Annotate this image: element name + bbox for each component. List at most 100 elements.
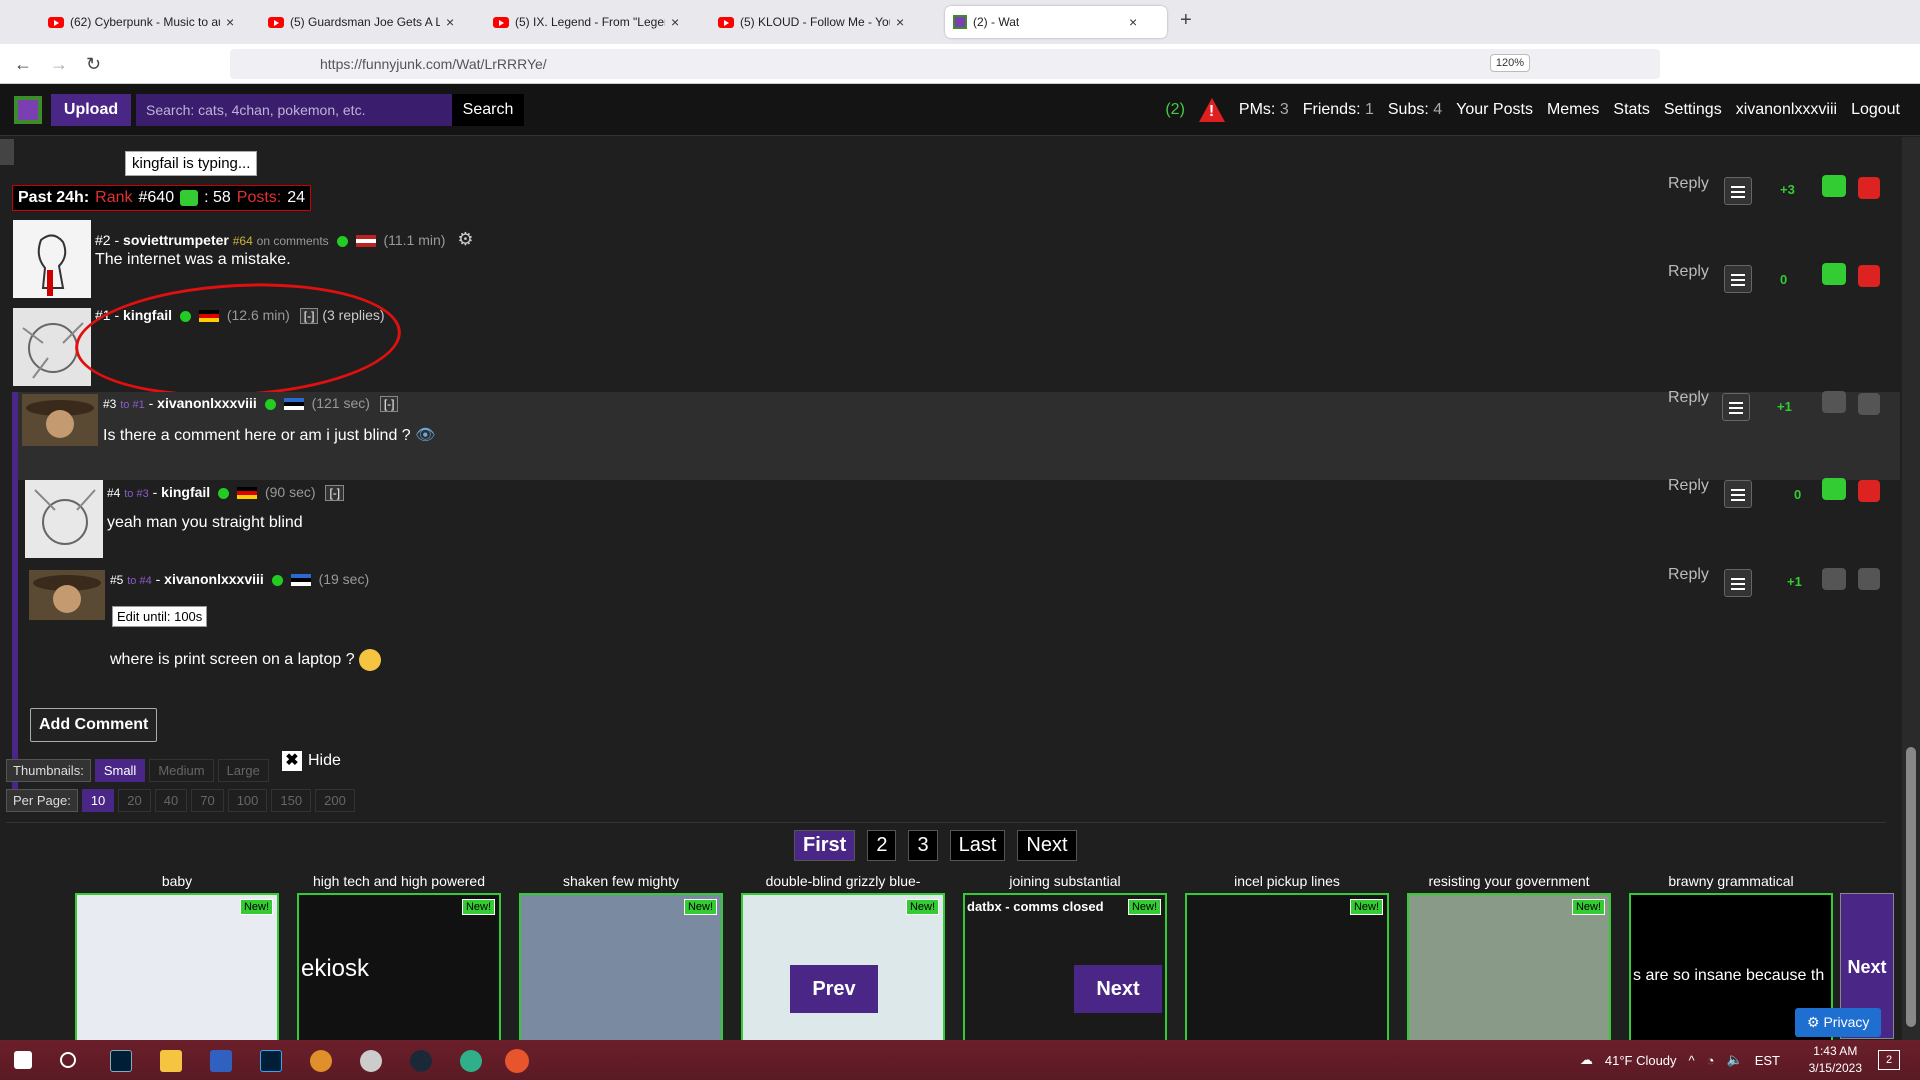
- settings-link[interactable]: Settings: [1664, 101, 1722, 119]
- post-card[interactable]: shaken few mighty New!: [519, 873, 723, 1063]
- menu-button[interactable]: [1724, 480, 1752, 508]
- wifi-icon[interactable]: ◔: [1707, 1053, 1715, 1068]
- avatar[interactable]: [13, 220, 91, 298]
- close-tab-icon[interactable]: ×: [226, 14, 234, 30]
- forward-icon[interactable]: →: [50, 52, 68, 76]
- search-button[interactable]: Search: [452, 94, 524, 126]
- post-card[interactable]: baby New!: [75, 873, 279, 1063]
- close-tab-icon[interactable]: ×: [446, 14, 454, 30]
- lightroom-icon[interactable]: [110, 1050, 132, 1072]
- avatar[interactable]: [25, 480, 103, 558]
- thumbs-up-icon[interactable]: [1822, 478, 1846, 500]
- weather[interactable]: 41°F Cloudy: [1605, 1053, 1677, 1068]
- post-card[interactable]: high tech and high powered New! ekiosk: [297, 873, 501, 1063]
- steam-icon[interactable]: [410, 1050, 432, 1072]
- pms-link[interactable]: PMs: 3: [1239, 101, 1289, 119]
- post-thumbnail[interactable]: New!: [1407, 893, 1611, 1063]
- per-page-200[interactable]: 200: [315, 789, 355, 812]
- per-page-70[interactable]: 70: [191, 789, 224, 812]
- search-input[interactable]: [136, 94, 452, 126]
- scrollbar[interactable]: [1902, 137, 1920, 1040]
- chevron-up-icon[interactable]: ^: [1689, 1053, 1695, 1068]
- page-first[interactable]: First: [794, 830, 856, 861]
- per-page-100[interactable]: 100: [227, 789, 268, 812]
- scrollbar-thumb[interactable]: [1906, 747, 1916, 1027]
- thumb-small[interactable]: Small: [94, 759, 146, 782]
- avatar[interactable]: [22, 394, 98, 446]
- memes-link[interactable]: Memes: [1547, 101, 1599, 119]
- clock[interactable]: 1:43 AM 3/15/2023: [1809, 1043, 1862, 1077]
- logout-link[interactable]: Logout: [1851, 101, 1900, 119]
- file-explorer-icon[interactable]: [160, 1050, 182, 1072]
- thumbs-up-icon[interactable]: [1822, 391, 1846, 413]
- add-comment-button[interactable]: Add Comment: [30, 708, 158, 742]
- reply-button[interactable]: Reply: [1668, 477, 1709, 495]
- thumbs-down-icon[interactable]: [1858, 568, 1880, 590]
- side-toggle[interactable]: [0, 139, 14, 165]
- back-icon[interactable]: ←: [14, 52, 32, 76]
- menu-button[interactable]: [1724, 177, 1752, 205]
- menu-button[interactable]: [1724, 569, 1752, 597]
- post-card[interactable]: resisting your government New!: [1407, 873, 1611, 1063]
- close-icon[interactable]: ✖: [282, 751, 302, 771]
- close-tab-icon[interactable]: ×: [671, 14, 679, 30]
- per-page-20[interactable]: 20: [118, 789, 151, 812]
- stats-link[interactable]: Stats: [1613, 101, 1649, 119]
- comment-username[interactable]: soviettrumpeter: [123, 232, 229, 248]
- post-thumbnail[interactable]: New!: [519, 893, 723, 1063]
- post-card[interactable]: double-blind grizzly blue- New!: [741, 873, 945, 1063]
- collapse-button[interactable]: [-]: [379, 396, 399, 412]
- close-tab-icon[interactable]: ×: [1129, 14, 1137, 30]
- collapse-button[interactable]: [-]: [325, 485, 345, 501]
- page-3[interactable]: 3: [908, 830, 938, 861]
- friends-link[interactable]: Friends: 1: [1303, 101, 1374, 119]
- comment-username[interactable]: xivanonlxxxviii: [164, 571, 264, 587]
- reload-icon[interactable]: ↻: [86, 52, 101, 76]
- tab-kloud[interactable]: (5) KLOUD - Follow Me - YouTu×: [710, 6, 930, 38]
- thumbs-up-icon[interactable]: [1822, 263, 1846, 285]
- post-thumbnail[interactable]: New!: [1185, 893, 1389, 1063]
- tab-cyberpunk[interactable]: (62) Cyberpunk - Music to augr ×: [40, 6, 255, 38]
- page-last[interactable]: Last: [949, 830, 1006, 861]
- windows-start-icon[interactable]: [14, 1051, 32, 1069]
- tab-wat[interactable]: (2) - Wat ×: [945, 6, 1167, 38]
- keyboard-lang[interactable]: EST: [1755, 1053, 1780, 1068]
- post-thumbnail[interactable]: New!: [75, 893, 279, 1063]
- post-thumbnail[interactable]: New! ekiosk: [297, 893, 501, 1063]
- menu-button[interactable]: [1722, 393, 1750, 421]
- tab-guardsman[interactable]: (5) Guardsman Joe Gets A Little×: [260, 6, 480, 38]
- photoshop-icon[interactable]: [260, 1050, 282, 1072]
- your-posts-link[interactable]: Your Posts: [1456, 101, 1533, 119]
- upload-button[interactable]: Upload: [51, 94, 131, 126]
- reply-button[interactable]: Reply: [1668, 389, 1709, 407]
- app-icon[interactable]: [360, 1050, 382, 1072]
- thumbs-down-icon[interactable]: [1858, 480, 1880, 502]
- search-icon[interactable]: [60, 1052, 76, 1068]
- thumbs-down-icon[interactable]: [1858, 177, 1880, 199]
- post-thumbnail[interactable]: s are so insane because th: [1629, 893, 1833, 1063]
- avatar[interactable]: [29, 570, 105, 620]
- gear-icon[interactable]: ⚙: [457, 229, 473, 249]
- comment-username[interactable]: xivanonlxxxviii: [157, 395, 257, 411]
- thumbs-up-icon[interactable]: [1822, 568, 1846, 590]
- thumbs-down-icon[interactable]: [1858, 265, 1880, 287]
- edit-button[interactable]: Edit until: 100s: [112, 606, 208, 627]
- firefox-icon[interactable]: [505, 1049, 529, 1073]
- hide-toggle[interactable]: ✖ Hide: [282, 751, 341, 771]
- post-card[interactable]: brawny grammatical s are so insane becaus…: [1629, 873, 1833, 1063]
- reply-button[interactable]: Reply: [1668, 263, 1709, 281]
- username-link[interactable]: xivanonlxxxviii: [1736, 101, 1837, 119]
- comment-username[interactable]: kingfail: [161, 484, 210, 500]
- alert-count[interactable]: (2): [1165, 101, 1185, 119]
- per-page-40[interactable]: 40: [154, 789, 188, 812]
- privacy-button[interactable]: ⚙ Privacy: [1795, 1008, 1882, 1037]
- warning-icon[interactable]: [1198, 98, 1225, 122]
- subs-link[interactable]: Subs: 4: [1388, 101, 1442, 119]
- close-tab-icon[interactable]: ×: [896, 14, 904, 30]
- page-next[interactable]: Next: [1017, 830, 1077, 861]
- menu-button[interactable]: [1724, 265, 1752, 293]
- thumbs-down-icon[interactable]: [1858, 393, 1880, 415]
- prev-button[interactable]: Prev: [790, 965, 878, 1013]
- reply-button[interactable]: Reply: [1668, 566, 1709, 584]
- funnyjunk-logo[interactable]: [14, 96, 42, 124]
